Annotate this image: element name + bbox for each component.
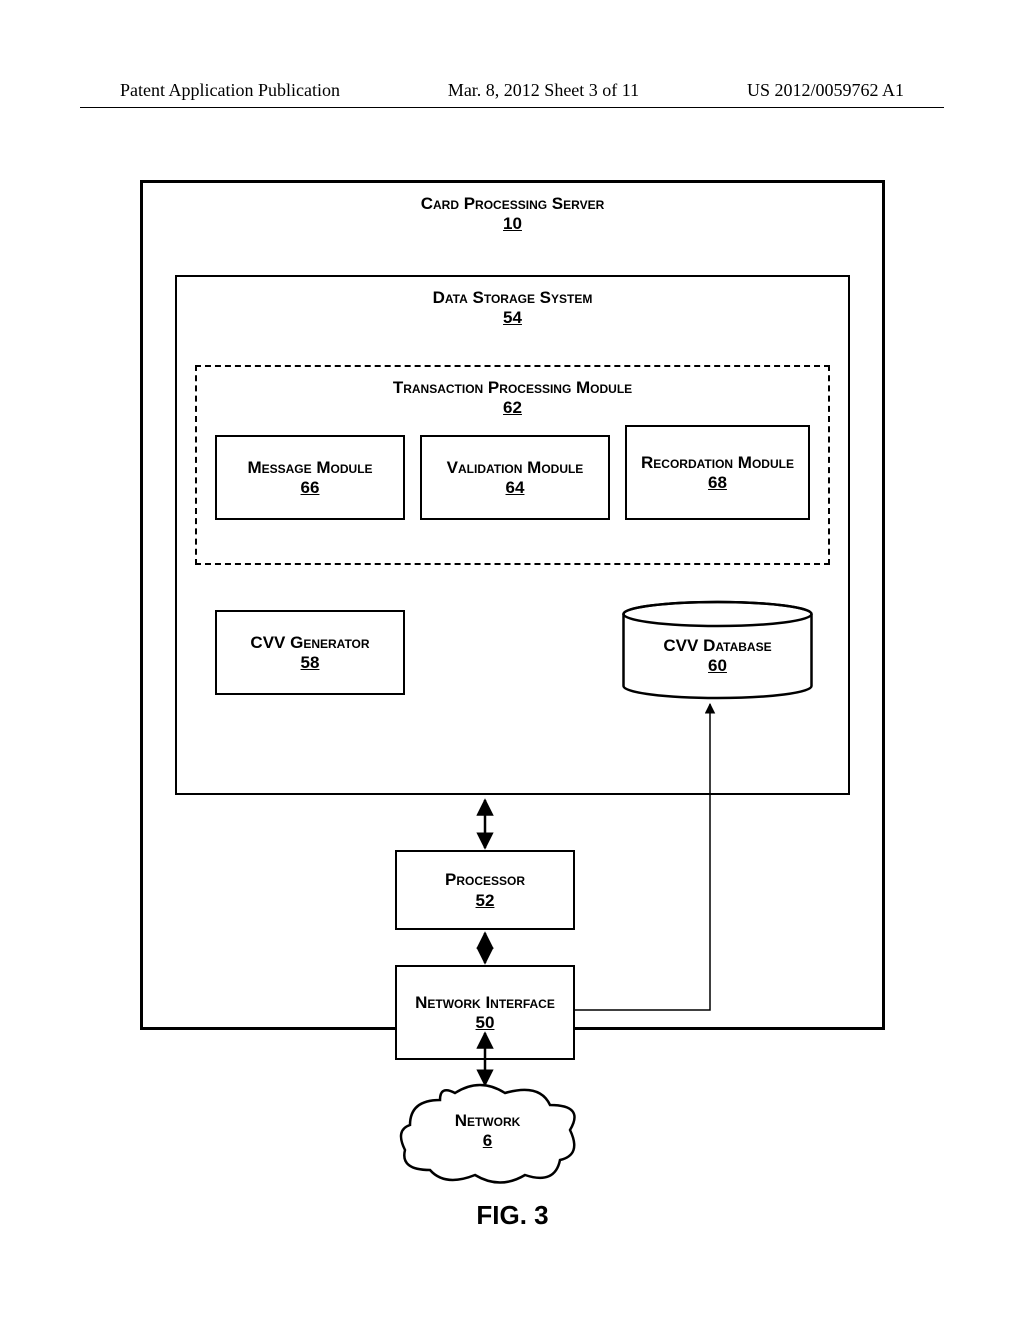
recordation-module-num: 68 (627, 473, 808, 493)
header-right: US 2012/0059762 A1 (747, 80, 904, 101)
data-storage-label: Data Storage System (177, 287, 848, 308)
net-if-num: 50 (397, 1013, 573, 1033)
network-interface-box: Network Interface 50 (395, 965, 575, 1060)
validation-module-num: 64 (422, 478, 608, 498)
validation-module-label: Validation Module (422, 457, 608, 478)
header-center: Mar. 8, 2012 Sheet 3 of 11 (448, 80, 639, 101)
processor-num: 52 (397, 891, 573, 911)
page-header: Patent Application Publication Mar. 8, 2… (0, 80, 1024, 101)
message-module-label: Message Module (217, 457, 403, 478)
header-rule (80, 107, 944, 108)
recordation-module-box: Recordation Module 68 (625, 425, 810, 520)
header-left: Patent Application Publication (120, 80, 340, 101)
cvv-generator-box: CVV Generator 58 (215, 610, 405, 695)
cvv-database-num: 60 (620, 656, 815, 676)
figure-diagram: Card Processing Server 10 Data Storage S… (140, 180, 885, 1180)
network-num: 6 (390, 1131, 585, 1151)
cvv-database-cylinder: CVV Database 60 (620, 600, 815, 700)
data-storage-num: 54 (177, 308, 848, 328)
cvv-generator-label: CVV Generator (217, 632, 403, 653)
figure-label: FIG. 3 (140, 1200, 885, 1231)
cvv-database-label: CVV Database (620, 635, 815, 656)
card-server-label: Card Processing Server (143, 193, 882, 214)
recordation-module-label: Recordation Module (627, 452, 808, 473)
network-label: Network (390, 1110, 585, 1131)
tp-module-label: Transaction Processing Module (197, 377, 828, 398)
processor-box: Processor 52 (395, 850, 575, 930)
net-if-label: Network Interface (397, 992, 573, 1013)
cvv-generator-num: 58 (217, 653, 403, 673)
message-module-num: 66 (217, 478, 403, 498)
message-module-box: Message Module 66 (215, 435, 405, 520)
card-server-num: 10 (143, 214, 882, 234)
processor-label: Processor (397, 869, 573, 890)
network-cloud: Network 6 (390, 1075, 585, 1190)
tp-module-num: 62 (197, 398, 828, 418)
validation-module-box: Validation Module 64 (420, 435, 610, 520)
